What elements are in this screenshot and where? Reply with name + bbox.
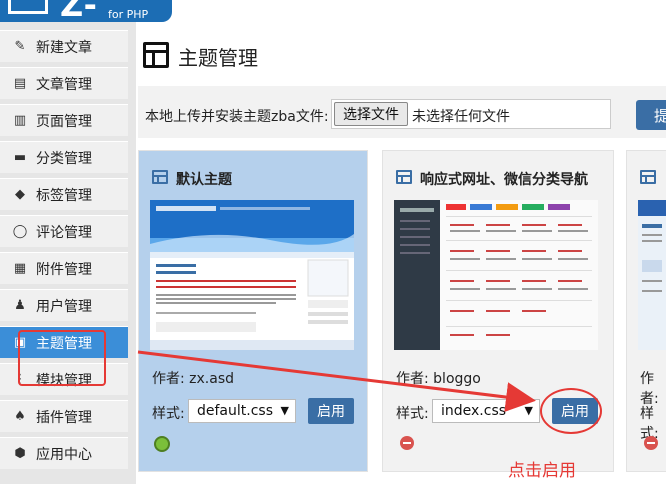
attachment-icon: ▦ (13, 261, 27, 276)
page-icon: ▥ (13, 113, 27, 128)
sidebar-item[interactable]: ▥ 页面管理 (0, 104, 128, 136)
author-name: bloggo (433, 371, 481, 387)
sidebar-item[interactable]: ▬ 分类管理 (0, 141, 128, 173)
sidebar-item-label: 分类管理 (36, 150, 92, 167)
dropdown-arrow-icon: ▼ (524, 404, 533, 417)
document-icon: ▤ (13, 76, 27, 91)
style-select-value: index.css (441, 403, 507, 419)
app-center-icon: ⬢ (14, 446, 26, 461)
file-status-text: 未选择任何文件 (412, 109, 510, 125)
author-label: 作者: (152, 371, 185, 387)
sidebar-item-label: 用户管理 (36, 298, 92, 315)
style-label: 样式: (396, 406, 429, 422)
zblog-logo[interactable]: Z-Blog for PHP (0, 0, 172, 22)
author-label: 作者: (396, 371, 429, 387)
highlight-circle-enable (540, 388, 602, 434)
theme-name: 响应式网址、微信分类导航 (420, 172, 588, 188)
theme-author: 作者: bloggo (396, 368, 481, 388)
style-select-default[interactable]: default.css ▼ (188, 399, 296, 423)
annotation-text: 点击启用 (508, 461, 576, 481)
sidebar-item[interactable]: ▤ 文章管理 (0, 67, 128, 99)
logo-mark-icon (8, 0, 48, 14)
sidebar-item-label: 新建文章 (36, 39, 92, 56)
theme-preview-third[interactable] (638, 200, 666, 350)
theme-author: 作者: (640, 371, 659, 407)
delete-theme-icon[interactable] (644, 436, 658, 450)
author-name: zx.asd (189, 371, 235, 387)
enable-button-default[interactable]: 启用 (308, 398, 354, 424)
sidebar-item[interactable]: ◯ 评论管理 (0, 215, 128, 247)
sidebar-item-label: 标签管理 (36, 187, 92, 204)
page-title: 主题管理 (178, 46, 258, 70)
upload-label: 本地上传并安装主题zba文件: (145, 109, 329, 125)
sidebar-item[interactable]: ⬢ 应用中心 (0, 437, 128, 469)
choose-file-button[interactable]: 选择文件 (334, 102, 408, 126)
theme-manage-icon (143, 42, 169, 68)
sidebar-item[interactable]: ♠ 插件管理 (0, 400, 128, 432)
logo-subtext: for PHP (108, 8, 149, 21)
theme-author: 作者: zx.asd (152, 368, 234, 388)
theme-preview-nav[interactable] (394, 200, 598, 350)
theme-icon (396, 170, 412, 184)
theme-icon (640, 170, 656, 184)
sidebar-item[interactable]: ▦ 附件管理 (0, 252, 128, 284)
sidebar-item-label: 评论管理 (36, 224, 92, 241)
top-bar: Z-Blog for PHP (0, 0, 666, 22)
tag-icon: ◆ (15, 187, 25, 202)
style-select-nav[interactable]: index.css ▼ (432, 399, 540, 423)
preview-image-default (150, 200, 354, 350)
sidebar-item[interactable]: ♟ 用户管理 (0, 289, 128, 321)
sidebar-item[interactable]: ◆ 标签管理 (0, 178, 128, 210)
preview-image-third (638, 200, 666, 350)
sidebar-item-label: 插件管理 (36, 409, 92, 426)
style-select-value: default.css (197, 403, 273, 419)
preview-image-nav (394, 200, 598, 350)
submit-button[interactable]: 提 (636, 100, 666, 130)
delete-theme-icon[interactable] (400, 436, 414, 450)
sidebar-item-label: 应用中心 (36, 446, 92, 463)
theme-settings-icon[interactable] (154, 436, 170, 452)
theme-name: 默认主题 (176, 172, 232, 188)
sidebar-item[interactable]: ✎ 新建文章 (0, 30, 128, 62)
plugin-icon: ♠ (14, 409, 26, 424)
theme-icon (152, 170, 168, 184)
user-icon: ♟ (14, 298, 26, 313)
sidebar-item-label: 文章管理 (36, 76, 92, 93)
highlight-box-theme-nav (18, 330, 106, 386)
sidebar-item-label: 页面管理 (36, 113, 92, 130)
dropdown-arrow-icon: ▼ (280, 404, 289, 417)
folder-icon: ▬ (13, 150, 27, 165)
sidebar-item-label: 附件管理 (36, 261, 92, 278)
edit-icon: ✎ (14, 39, 26, 54)
comment-icon: ◯ (12, 224, 28, 239)
style-label: 样式: (152, 406, 185, 422)
theme-preview-default[interactable] (150, 200, 354, 350)
